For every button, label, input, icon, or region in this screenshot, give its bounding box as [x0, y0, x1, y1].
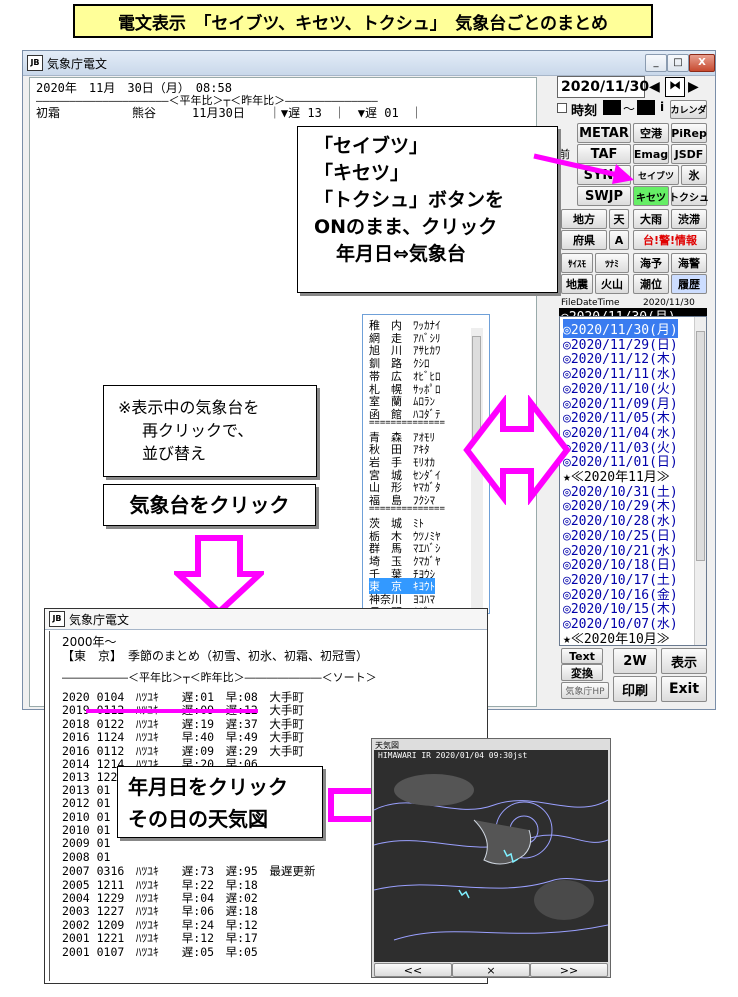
info-label[interactable]: i: [660, 100, 664, 114]
hyo-button[interactable]: 氷: [681, 165, 707, 185]
jishin-button[interactable]: 地震: [561, 274, 593, 294]
app-icon: JB: [27, 55, 43, 71]
station-separator: ==============: [369, 503, 445, 514]
instruction-line: 「トクシュ」ボタンを: [314, 189, 505, 211]
date-nav-next-icon[interactable]: ▶: [688, 79, 699, 95]
satellite-map-svg: [374, 750, 608, 962]
highlight-underline: [86, 709, 258, 713]
kazan-button[interactable]: 火山: [595, 274, 629, 294]
text-button[interactable]: Text: [561, 648, 603, 664]
exit-button[interactable]: Exit: [661, 676, 707, 702]
weather-close-button[interactable]: ×: [452, 963, 530, 977]
chiho-button[interactable]: 地方: [561, 209, 607, 229]
summary-dash-line: ――――――＜平年比＞┬＜昨年比＞―――――――＜ソート＞: [62, 671, 377, 684]
summary-row[interactable]: 2001 0107 ﾊﾂﾕｷ 遅:05 早:05: [62, 944, 258, 960]
time-checkbox[interactable]: [557, 103, 567, 113]
insatsu-button[interactable]: 印刷: [613, 676, 657, 702]
instruction-line: 「キセツ」: [314, 162, 410, 184]
time-label: 時刻: [571, 104, 598, 119]
summary-window-title: 気象庁電文: [69, 612, 130, 627]
swjp-button[interactable]: SWJP: [577, 186, 631, 206]
metar-button[interactable]: METAR: [577, 123, 631, 143]
maximize-button[interactable]: □: [667, 54, 689, 72]
pirep-button[interactable]: PiRep: [671, 123, 707, 143]
date-list-scrollbar[interactable]: [694, 317, 706, 645]
date-list[interactable]: ◎2020/11/30(月) ◎2020/11/29(日) ◎2020/11/12(…: [559, 316, 707, 646]
tsunami-button[interactable]: ﾂﾅﾐ: [595, 253, 629, 273]
date-nav-today-icon[interactable]: ⧓: [665, 77, 685, 97]
summary-row[interactable]: 2012 01: [62, 796, 110, 810]
page-banner: 電文表示 「セイブツ、キセツ、トクシュ」 気象台ごとのまとめ: [73, 4, 653, 38]
note-line: 並び替え: [142, 444, 207, 463]
date-display[interactable]: 2020/11/30: [557, 76, 649, 98]
tokushu-button[interactable]: トクシュ: [669, 186, 709, 206]
choi-button[interactable]: 潮位: [633, 274, 669, 294]
scroll-thumb[interactable]: [696, 331, 705, 561]
double-arrow-icon: [463, 395, 571, 505]
month-header-item[interactable]: ★≪2020年10月≫: [563, 628, 670, 645]
jutai-button[interactable]: 渋滞: [671, 209, 707, 229]
time-from-box[interactable]: [603, 100, 621, 115]
henkan-button[interactable]: 変換: [561, 664, 603, 681]
arrow-to-seibutsu-icon: [533, 153, 634, 184]
instruction-line: ONのまま、クリック: [314, 216, 498, 238]
kuko-button[interactable]: 空港: [633, 123, 669, 143]
summary-row[interactable]: 2013 01: [62, 783, 110, 797]
record-line: 初霜 熊谷 11月30日 ｜▼遅 13 ｜ ▼遅 01 ｜: [36, 106, 423, 120]
date-nav-prev-icon[interactable]: ◀: [649, 79, 660, 95]
click-date-callout: 年月日をクリック その日の天気図: [117, 766, 323, 838]
kaiyo-button[interactable]: 海予: [633, 253, 669, 273]
kaikei-button[interactable]: 海警: [671, 253, 707, 273]
weather-prev-button[interactable]: <<: [374, 963, 452, 977]
fuken-button[interactable]: 府県: [561, 230, 607, 250]
satellite-caption: HIMAWARI IR 2020/01/04 09:30jst: [378, 751, 528, 760]
note-line: 再クリックで、: [142, 421, 254, 440]
ooame-button[interactable]: 大雨: [633, 209, 669, 229]
summary-row[interactable]: 2010 01: [62, 823, 110, 837]
down-arrow-icon: [174, 535, 264, 616]
a-button[interactable]: A: [609, 230, 629, 250]
note-line: ※表示中の気象台を: [118, 398, 260, 417]
main-window-title: 気象庁電文: [47, 56, 108, 71]
ten-button[interactable]: 天: [609, 209, 629, 229]
summary-line2: 【東 京】 季節のまとめ（初雪、初氷、初霜、初冠雪）: [62, 649, 369, 663]
instruction-callout: 「セイブツ」 「キセツ」 「トクシュ」ボタンを ONのまま、クリック 年月日⇔気…: [297, 126, 558, 293]
weather-map-window: 天気図 HIMAWARI IR 2020/01/04 09:30jst << ×…: [371, 738, 611, 978]
hyoji-button[interactable]: 表示: [661, 648, 707, 674]
click-date-line: 年月日をクリック: [128, 775, 288, 799]
kishocho-hp-button[interactable]: 気象庁HP: [561, 682, 609, 699]
rireki-button[interactable]: 履歴: [671, 274, 707, 294]
summary-row[interactable]: 2008 01: [62, 850, 110, 864]
close-button[interactable]: X: [689, 54, 715, 72]
click-station-label: 気象台をクリック: [103, 484, 316, 526]
station-separator: ==============: [369, 417, 445, 428]
click-date-line: その日の天気図: [128, 807, 268, 831]
app-icon: JB: [49, 611, 65, 627]
summary-row[interactable]: 2009 01: [62, 836, 110, 850]
two-w-button[interactable]: 2W: [613, 648, 657, 674]
file-date-label: FileDateTime: [561, 298, 620, 308]
summary-row[interactable]: 2010 01: [62, 810, 110, 824]
main-titlebar: JB 気象庁電文 _ □ X: [23, 51, 715, 76]
kisetsu-button[interactable]: キセツ: [633, 186, 669, 206]
time-tilde: ～: [623, 102, 636, 116]
time-to-box[interactable]: [637, 100, 655, 115]
minimize-button[interactable]: _: [645, 54, 667, 72]
satellite-image: HIMAWARI IR 2020/01/04 09:30jst: [374, 750, 608, 962]
instruction-line: 「セイブツ」: [314, 135, 429, 157]
weather-next-button[interactable]: >>: [530, 963, 608, 977]
saisumo-button[interactable]: ｻｲｽﾓ: [561, 253, 593, 273]
calendar-button[interactable]: カレンダ: [670, 100, 707, 119]
taikei-button[interactable]: 台!警!情報: [633, 230, 707, 250]
instruction-line: 年月日⇔気象台: [336, 243, 466, 265]
sort-note-box: ※表示中の気象台を 再クリックで、 並び替え: [103, 385, 317, 477]
weather-nav-bar: << × >>: [374, 963, 608, 977]
summary-titlebar: JB 気象庁電文: [45, 609, 487, 630]
jsdf-button[interactable]: JSDF: [671, 144, 707, 164]
